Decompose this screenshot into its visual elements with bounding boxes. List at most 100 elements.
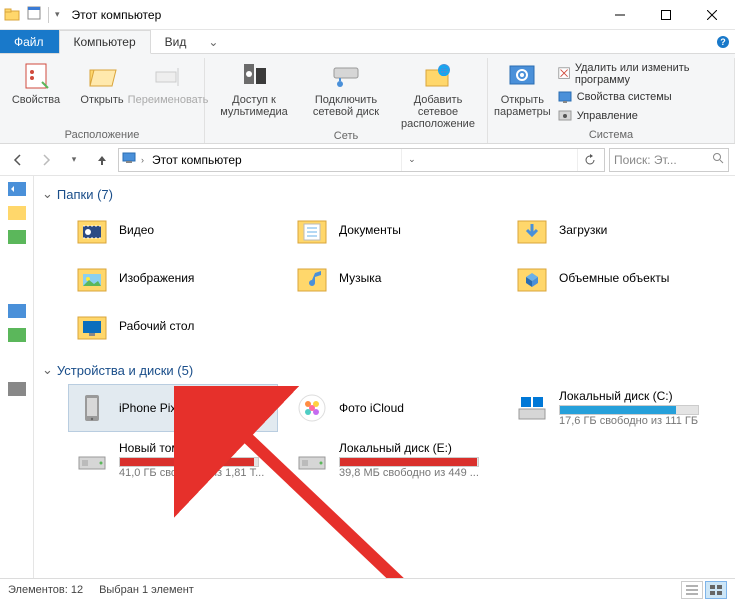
open-button[interactable]: Открыть (72, 60, 132, 106)
folder-item[interactable]: Объемные объекты (508, 256, 718, 300)
item-label: Локальный диск (C:) (559, 389, 699, 403)
breadcrumb[interactable]: Этот компьютер (148, 153, 246, 167)
item-label: Видео (119, 223, 154, 237)
item-label: Новый том (D:) (119, 441, 264, 455)
ribbon-group-location: Свойства Открыть Переименовать Расположе… (0, 58, 205, 143)
device-icon (515, 391, 549, 425)
nav-item[interactable] (8, 382, 26, 396)
device-item[interactable]: Новый том (D:) 41,0 ГБ свободно из 1,81 Т… (68, 436, 278, 484)
uninstall-button[interactable]: Удалить или изменить программу (557, 62, 728, 86)
folders-grid: Видео ДокументыЗагрузки Изображения Музыка О… (68, 208, 727, 348)
minimize-button[interactable] (597, 0, 643, 30)
tab-computer[interactable]: Компьютер (59, 30, 151, 54)
folder-item[interactable]: Рабочий стол (68, 304, 278, 348)
up-button[interactable] (90, 148, 114, 172)
back-button[interactable] (6, 148, 30, 172)
item-label: Локальный диск (E:) (339, 441, 479, 455)
body: ⌄ Папки (7) Видео ДокументыЗагрузки Изобра… (0, 176, 735, 578)
media-access-button[interactable]: Доступ к мультимедиа (211, 60, 297, 118)
folder-item[interactable]: Изображения (68, 256, 278, 300)
device-item[interactable]: Фото iCloud (288, 384, 498, 432)
system-small-buttons: Удалить или изменить программу Свойства … (557, 60, 728, 124)
ribbon-group-network: Доступ к мультимедиа Подключить сетевой … (205, 58, 488, 143)
item-label: Объемные объекты (559, 271, 669, 285)
status-bar: Элементов: 12 Выбран 1 элемент (0, 578, 735, 600)
qat-button[interactable] (26, 5, 42, 24)
device-item[interactable]: Локальный диск (C:) 17,6 ГБ свободно из 1… (508, 384, 718, 432)
device-item[interactable]: iPhone Pixel (68, 384, 278, 432)
ribbon-collapse-button[interactable]: ⌄ (201, 30, 225, 53)
group-label: Система (589, 129, 633, 143)
maximize-button[interactable] (643, 0, 689, 30)
folder-item[interactable]: Загрузки (508, 208, 718, 252)
item-subtext: 17,6 ГБ свободно из 111 ГБ (559, 415, 699, 427)
item-subtext: 41,0 ГБ свободно из 1,81 Т... (119, 467, 264, 479)
search-input[interactable]: Поиск: Эт... (609, 148, 729, 172)
device-icon (75, 391, 109, 425)
close-button[interactable] (689, 0, 735, 30)
map-drive-icon (330, 60, 362, 92)
group-title: Папки (7) (57, 187, 113, 202)
window-controls (597, 0, 735, 30)
status-selected: Выбран 1 элемент (99, 584, 194, 596)
nav-item[interactable] (8, 304, 26, 318)
group-header-devices[interactable]: ⌄ Устройства и диски (5) (42, 362, 727, 378)
properties-button[interactable]: Свойства (6, 60, 66, 106)
qat-dropdown[interactable]: ▾ (55, 9, 60, 20)
manage-button[interactable]: Управление (557, 108, 728, 124)
folder-icon (75, 261, 109, 295)
folder-icon (75, 213, 109, 247)
nav-pane[interactable] (0, 176, 34, 578)
folder-icon (75, 309, 109, 343)
help-button[interactable]: ? (711, 30, 735, 53)
address-field[interactable]: › Этот компьютер ⌄ (118, 148, 605, 172)
folder-item[interactable]: Видео (68, 208, 278, 252)
item-label: Изображения (119, 271, 194, 285)
search-placeholder: Поиск: Эт... (614, 153, 677, 167)
nav-item[interactable] (8, 206, 26, 220)
add-network-button[interactable]: 🌐 Добавить сетевое расположение (395, 60, 481, 130)
details-view-button[interactable] (681, 581, 703, 599)
tab-file[interactable]: Файл (0, 30, 59, 53)
ribbon: Свойства Открыть Переименовать Расположе… (0, 54, 735, 144)
address-dropdown[interactable]: ⌄ (401, 149, 422, 171)
system-props-button[interactable]: Свойства системы (557, 89, 728, 105)
add-network-icon: 🌐 (422, 60, 454, 92)
window-title: Этот компьютер (72, 8, 162, 22)
label: Удалить или изменить программу (575, 62, 728, 86)
tab-view[interactable]: Вид (151, 30, 202, 53)
folder-item[interactable]: Музыка (288, 256, 498, 300)
svg-text:?: ? (720, 37, 726, 47)
label: Управление (577, 110, 638, 122)
item-label: Музыка (339, 271, 381, 285)
folder-item[interactable]: Документы (288, 208, 498, 252)
folder-icon (515, 213, 549, 247)
nav-item[interactable] (8, 182, 26, 196)
svg-text:🌐: 🌐 (438, 64, 450, 77)
tiles-view-button[interactable] (705, 581, 727, 599)
nav-item[interactable] (8, 230, 26, 244)
drive-capacity-bar (339, 457, 479, 467)
view-buttons (681, 581, 727, 599)
rename-icon (152, 60, 184, 92)
device-item[interactable]: Локальный диск (E:)39,8 МБ свободно из 4… (288, 436, 498, 484)
group-header-folders[interactable]: ⌄ Папки (7) (42, 186, 727, 202)
titlebar: ▾ Этот компьютер (0, 0, 735, 30)
label: Открыть (80, 94, 123, 106)
manage-icon (557, 108, 573, 124)
map-drive-button[interactable]: Подключить сетевой диск (303, 60, 389, 118)
drive-capacity-bar (559, 405, 699, 415)
content-area[interactable]: ⌄ Папки (7) Видео ДокументыЗагрузки Изобра… (34, 176, 735, 578)
nav-item[interactable] (8, 328, 26, 342)
open-settings-button[interactable]: Открыть параметры (494, 60, 551, 118)
label: Свойства (12, 94, 60, 106)
properties-icon (20, 60, 52, 92)
chevron-down-icon: ⌄ (42, 186, 53, 202)
refresh-button[interactable] (577, 149, 602, 171)
recent-locations-button[interactable]: ▾ (62, 148, 86, 172)
quick-access-toolbar: ▾ (0, 5, 64, 24)
divider (48, 7, 49, 23)
settings-icon (506, 60, 538, 92)
forward-button[interactable] (34, 148, 58, 172)
address-bar: ▾ › Этот компьютер ⌄ Поиск: Эт... (0, 144, 735, 176)
